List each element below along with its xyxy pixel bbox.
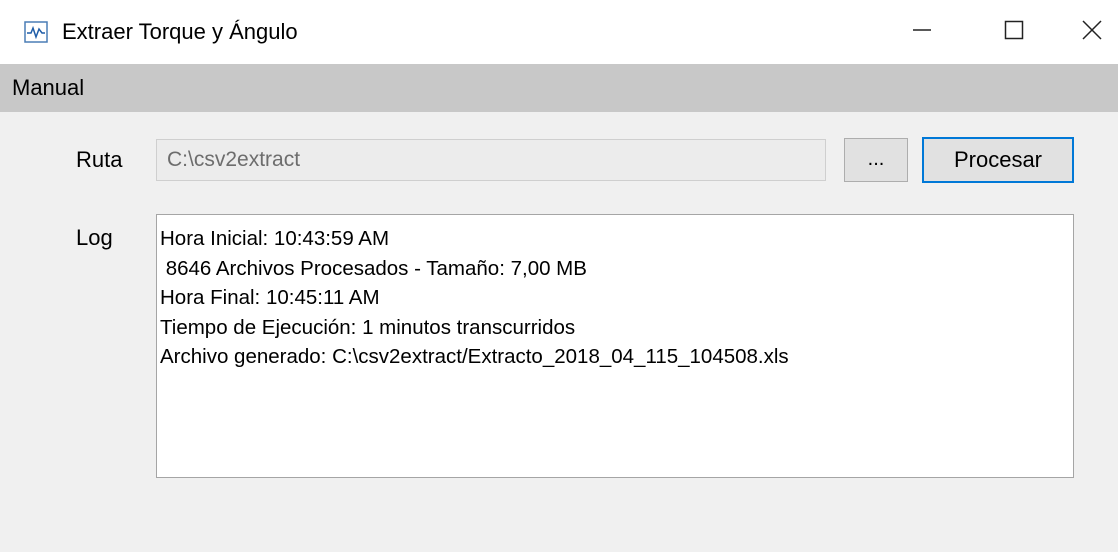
browse-button-label: ... [867,148,885,170]
minimize-icon [912,20,932,45]
title-bar: Extraer Torque y Ángulo [0,0,1118,64]
log-line: Archivo generado: C:\csv2extract/Extract… [160,345,789,368]
close-button[interactable] [1060,0,1118,64]
close-icon [1081,19,1103,46]
ruta-path-input[interactable] [156,139,826,181]
log-line: 8646 Archivos Procesados - Tamaño: 7,00 … [160,256,587,280]
maximize-icon [1004,20,1024,45]
window-title: Extraer Torque y Ángulo [62,19,298,44]
log-line: Tiempo de Ejecución: 1 minutos transcurr… [160,315,576,339]
ruta-label: Ruta [76,147,123,172]
minimize-button[interactable] [890,0,954,64]
browse-button[interactable]: ... [844,138,908,182]
procesar-button-label: Procesar [953,147,1043,172]
log-textarea[interactable]: Hora Inicial: 10:43:59 AM 8646 Archivos … [156,214,1074,478]
maximize-button[interactable] [982,0,1046,64]
procesar-button[interactable]: Procesar [922,137,1074,183]
log-line: Hora Final: 10:45:11 AM [160,286,380,309]
menu-bar: Manual [0,64,1118,112]
waveform-app-icon [24,21,48,43]
log-label: Log [76,225,113,250]
log-line: Hora Inicial: 10:43:59 AM [160,227,390,250]
menu-item-manual[interactable]: Manual [10,74,86,102]
